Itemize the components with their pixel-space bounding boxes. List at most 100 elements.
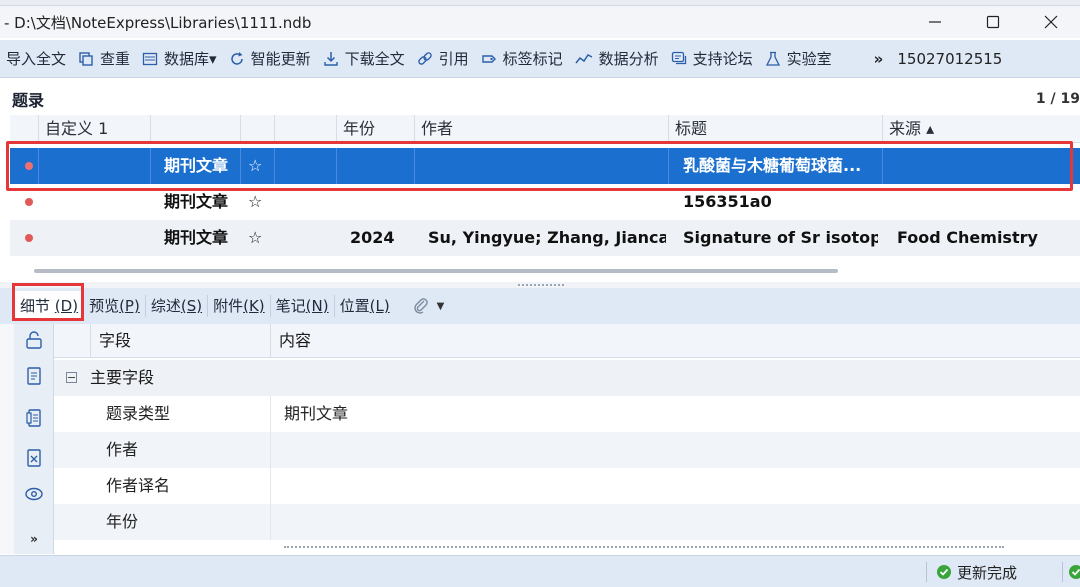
left-edge (0, 324, 14, 554)
column-title[interactable]: 标题 (668, 115, 882, 143)
toolbar-overflow-button[interactable]: » (874, 50, 884, 68)
chart-icon (575, 53, 592, 63)
tab-location[interactable]: 位置(L) (335, 295, 395, 317)
window-title: - D:\文档\NoteExpress\Libraries\1111.ndb (4, 13, 312, 32)
dedup-button[interactable]: 查重 (78, 48, 130, 69)
duplicate-icon (79, 51, 93, 66)
collapse-toggle[interactable]: − (66, 372, 77, 383)
cite-label: 引用 (438, 50, 469, 68)
data-analysis-button[interactable]: 数据分析 (575, 48, 659, 69)
detail-side-toolbar: » (14, 324, 54, 554)
record-source: Food Chemistry (897, 228, 1038, 247)
data-analysis-label: 数据分析 (598, 50, 659, 68)
table-row[interactable]: 期刊文章 ☆ 2024 Su, Yingyue; Zhang, Jiancai;… (10, 220, 1080, 256)
splitter-grip (518, 284, 564, 286)
group-main-fields[interactable]: − 主要字段 (54, 360, 1080, 396)
column-year[interactable]: 年份 (336, 115, 414, 143)
field-name: 作者译名 (106, 476, 171, 495)
update-status: 更新完成 (936, 556, 1017, 587)
group-label: 主要字段 (90, 368, 155, 387)
check-circle-icon (937, 565, 951, 579)
database-button[interactable]: 数据库▾ (142, 48, 217, 69)
download-fulltext-button[interactable]: 下载全文 (323, 48, 405, 69)
excel-doc-icon[interactable] (24, 448, 44, 468)
support-forum-label: 支持论坛 (692, 50, 753, 68)
status-bar: 更新完成 (0, 555, 1080, 587)
detail-tabs: 细节 (D) 预览(P) 综述(S) 附件(K) 笔记(N) 位置(L) ▼ (0, 288, 1080, 324)
unread-dot (25, 234, 33, 242)
tab-preview[interactable]: 预览(P) (84, 295, 146, 317)
tag-mark-label: 标签标记 (502, 50, 563, 68)
minimize-icon[interactable] (906, 6, 964, 38)
tab-attachments[interactable]: 附件(K) (208, 295, 271, 317)
import-fulltext-button[interactable]: 导入全文 (6, 48, 66, 69)
tab-review-label: 综述 (150, 297, 181, 315)
tab-review[interactable]: 综述(S) (146, 295, 209, 317)
tab-preview-key: (P) (119, 297, 140, 315)
column-custom1[interactable]: 自定义 1 (38, 115, 150, 143)
field-row[interactable]: 作者 (54, 432, 1080, 468)
field-row[interactable]: 年份 (54, 504, 1080, 540)
star-icon[interactable]: ☆ (248, 148, 262, 184)
document-list-icon[interactable] (24, 408, 44, 428)
field-row[interactable]: 作者译名 (54, 468, 1080, 504)
field-name: 年份 (106, 512, 139, 531)
records-panel: 题录 1 / 19 自定义 1 年份 作者 标题 来源 ▴ 期刊文章 ☆ 乳酸菌… (0, 79, 1080, 279)
tab-attachments-label: 附件 (213, 297, 244, 315)
tab-details-key: (D) (54, 297, 79, 315)
smart-update-button[interactable]: 智能更新 (229, 48, 311, 69)
clipped-row (54, 540, 1080, 554)
user-account[interactable]: 15027012515 (897, 50, 1002, 68)
field-value[interactable]: 期刊文章 (284, 396, 348, 432)
tab-location-key: (L) (369, 297, 390, 315)
tab-attachments-key: (K) (243, 297, 265, 315)
table-row[interactable]: 期刊文章 ☆ 乳酸菌与木糖葡萄球菌... (10, 148, 1080, 184)
window-controls (906, 6, 1080, 38)
refresh-icon (230, 51, 243, 65)
record-card-icon[interactable] (24, 366, 44, 386)
maximize-icon[interactable] (964, 6, 1022, 38)
lab-button[interactable]: 实验室 (765, 48, 832, 69)
horizontal-scrollbar[interactable] (34, 269, 838, 273)
expand-more-icon[interactable]: » (24, 532, 44, 552)
record-type: 期刊文章 (164, 228, 229, 247)
record-title: 156351a0 (683, 192, 772, 211)
download-icon (323, 51, 338, 66)
field-name: 题录类型 (106, 404, 171, 423)
unlock-icon[interactable] (24, 330, 44, 350)
eye-icon[interactable] (24, 484, 44, 504)
field-row[interactable]: 题录类型 期刊文章 (54, 396, 1080, 432)
tab-notes-label: 笔记 (275, 297, 306, 315)
update-status-text: 更新完成 (957, 563, 1018, 582)
tab-details[interactable]: 细节 (D) (14, 291, 85, 321)
table-row[interactable]: 期刊文章 ☆ 156351a0 (10, 184, 1080, 220)
column-type[interactable] (150, 115, 240, 143)
column-source[interactable]: 来源 ▴ (882, 115, 1080, 143)
star-icon[interactable]: ☆ (248, 220, 262, 256)
detail-grid: 字段 内容 − 主要字段 题录类型 期刊文章 作者 作者译名 年份 (54, 324, 1080, 554)
column-blank[interactable] (274, 115, 336, 143)
paperclip-icon[interactable] (411, 296, 431, 316)
record-type: 期刊文章 (164, 156, 229, 175)
close-icon[interactable] (1022, 6, 1080, 38)
column-content[interactable]: 内容 (270, 324, 1080, 358)
tab-notes-key: (N) (305, 297, 329, 315)
tag-mark-button[interactable]: 标签标记 (481, 48, 563, 69)
column-field[interactable]: 字段 (90, 324, 270, 358)
column-star[interactable] (240, 115, 274, 143)
smart-update-label: 智能更新 (250, 50, 311, 68)
cite-button[interactable]: 引用 (417, 48, 469, 69)
column-author[interactable]: 作者 (414, 115, 668, 143)
record-title: 乳酸菌与木糖葡萄球菌... (683, 156, 862, 175)
main-toolbar: 导入全文 查重 数据库▾ 智能更新 下载全文 引用 标签标记 数据分析 支持论坛… (0, 40, 1080, 78)
records-column-header: 自定义 1 年份 作者 标题 来源 ▴ (10, 115, 1080, 143)
lab-label: 实验室 (786, 50, 832, 68)
tab-details-label: 细节 (20, 297, 51, 315)
tab-notes[interactable]: 笔记(N) (271, 295, 335, 317)
detail-header: 字段 内容 (54, 324, 1080, 358)
star-icon[interactable]: ☆ (248, 184, 262, 220)
support-forum-button[interactable]: 支持论坛 (671, 48, 753, 69)
tab-location-label: 位置 (339, 297, 370, 315)
records-title: 题录 (12, 91, 45, 110)
chevron-down-icon[interactable]: ▼ (437, 301, 445, 312)
